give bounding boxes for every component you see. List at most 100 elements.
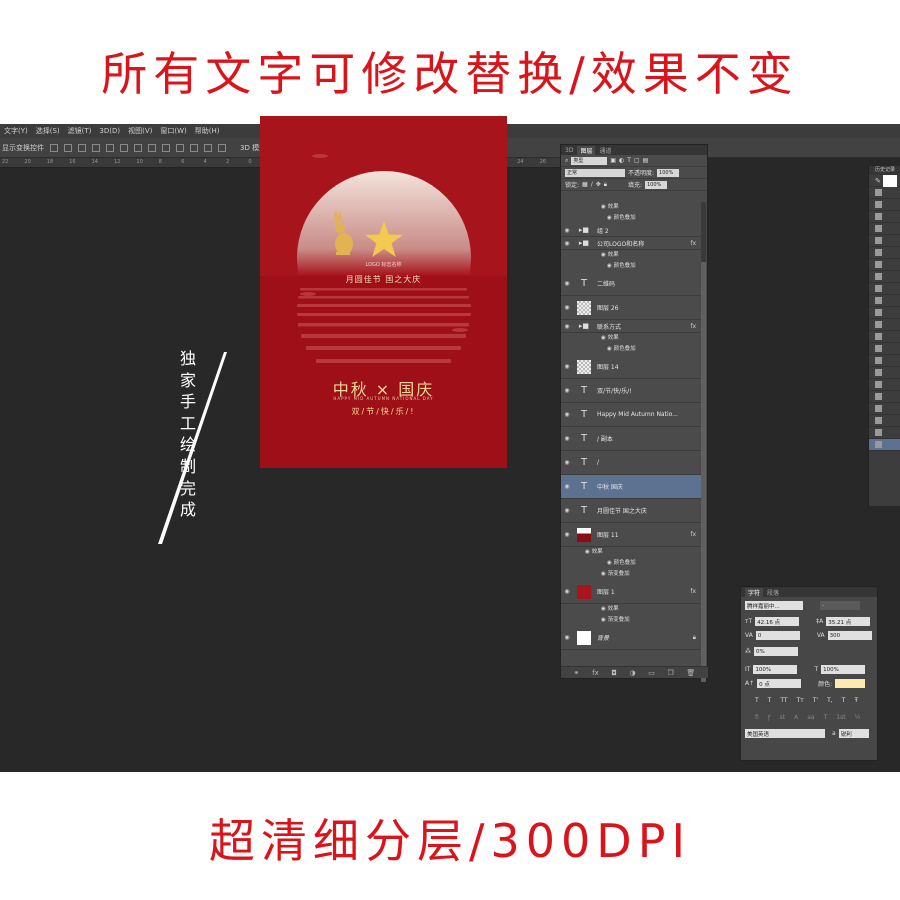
layer-effect-row[interactable]: ◉ 颜色叠加 <box>561 261 702 272</box>
filter-type-select[interactable]: 类型 <box>571 156 608 165</box>
eye-icon[interactable]: ◉ <box>563 588 571 595</box>
ligature-icon[interactable]: fi <box>755 714 759 721</box>
opacity-input[interactable]: 100% <box>657 168 680 177</box>
tracking-input[interactable]: 300 <box>827 631 872 640</box>
vertical-scale-input[interactable]: 100% <box>753 665 798 674</box>
layer-row[interactable]: ◉ ▸■ 公司LOGO和名称 fx <box>561 237 702 250</box>
align-top-icon[interactable] <box>50 143 58 152</box>
fx-icon[interactable]: fx <box>592 669 599 677</box>
transform-controls-checkbox[interactable]: 显示变换控件 <box>2 143 44 153</box>
tab-channels[interactable]: 通道 <box>599 146 611 155</box>
layer-row[interactable]: ◉ 背景 🔒︎ <box>561 626 702 650</box>
history-step[interactable] <box>869 379 900 391</box>
fx-badge-icon[interactable]: fx <box>690 588 696 595</box>
layer-effect-row[interactable]: ◉ 效果 <box>561 202 702 213</box>
eye-icon[interactable]: ◉ <box>563 387 571 394</box>
history-step[interactable] <box>869 199 900 211</box>
menu-item[interactable]: 滤镜(T) <box>68 126 92 136</box>
trash-icon[interactable]: 🗑︎ <box>686 669 695 677</box>
align-bottom-icon[interactable] <box>78 143 86 152</box>
distribute-top-icon[interactable] <box>134 143 142 152</box>
link-layers-icon[interactable]: ⚭ <box>574 669 580 677</box>
lock-brush-icon[interactable]: ∕ <box>591 181 593 188</box>
layer-row[interactable]: ◉ T 二维码 <box>561 272 702 296</box>
mask-icon[interactable]: ◘ <box>611 669 617 677</box>
text-style-button[interactable]: T <box>755 697 759 704</box>
eye-icon[interactable]: ◉ <box>563 507 571 514</box>
history-step[interactable] <box>869 259 900 271</box>
text-style-button[interactable]: Ŧ <box>854 697 858 704</box>
history-step[interactable] <box>869 367 900 379</box>
layer-row[interactable]: ◉ T 月圆佳节 国之大庆 <box>561 499 702 523</box>
eye-icon[interactable]: ◉ <box>563 459 571 466</box>
baseline-input[interactable]: 0 点 <box>757 679 802 688</box>
language-select[interactable]: 美国英语 <box>745 729 825 738</box>
history-step[interactable] <box>869 331 900 343</box>
filter-adjust-icon[interactable]: ◐ <box>619 157 624 164</box>
eye-icon[interactable]: ◉ <box>563 304 571 311</box>
history-snapshot[interactable]: ✎ <box>869 174 900 187</box>
titling-icon[interactable]: aa <box>807 714 814 721</box>
kerning-input[interactable]: 0 <box>755 631 800 640</box>
layers-scrollbar[interactable] <box>701 202 706 682</box>
fx-badge-icon[interactable]: fx <box>690 323 696 330</box>
text-style-button[interactable]: T, <box>827 697 833 704</box>
eye-icon[interactable]: ◉ <box>563 227 571 234</box>
lock-transparent-icon[interactable]: ▦ <box>582 181 588 188</box>
layer-row[interactable]: ◉ T Happy Mid Autumn Natio... <box>561 403 702 427</box>
leading-input[interactable]: 35.21 点 <box>826 617 871 626</box>
history-step[interactable] <box>869 391 900 403</box>
layer-effect-row[interactable]: ◉ 颜色叠加 <box>561 344 702 355</box>
fx-badge-icon[interactable]: fx <box>690 240 696 247</box>
tab-paragraph[interactable]: 段落 <box>767 588 779 597</box>
eye-icon[interactable]: ◉ <box>563 531 571 538</box>
align-center-icon[interactable] <box>106 143 114 152</box>
text-style-button[interactable]: T <box>842 697 846 704</box>
layer-effect-row[interactable]: ◉ 效果 <box>561 333 702 344</box>
tsume-input[interactable]: 0% <box>754 647 798 656</box>
align-left-icon[interactable] <box>92 143 100 152</box>
swash-icon[interactable]: ꝭ <box>768 713 771 721</box>
tab-3d[interactable]: 3D <box>565 147 573 154</box>
menu-item[interactable]: 帮助(H) <box>195 126 220 136</box>
history-step[interactable] <box>869 283 900 295</box>
new-group-icon[interactable]: ▭ <box>648 669 655 677</box>
layer-row[interactable]: ◉ 图层 1 fx <box>561 580 702 604</box>
history-step[interactable] <box>869 415 900 427</box>
layer-row[interactable]: ◉ T 双/节/快/乐/! <box>561 379 702 403</box>
eye-icon[interactable]: ◉ <box>563 435 571 442</box>
history-step[interactable] <box>869 403 900 415</box>
distribute-middle-icon[interactable] <box>148 143 156 152</box>
eye-icon[interactable]: ◉ <box>563 634 571 641</box>
text-style-button[interactable]: T' <box>813 697 818 704</box>
layer-row[interactable]: ◉ T 中秋 国庆 <box>561 475 702 499</box>
layer-row[interactable]: ◉ T / <box>561 451 702 475</box>
history-step[interactable] <box>869 223 900 235</box>
filter-text-icon[interactable]: T <box>627 157 631 164</box>
text-style-button[interactable]: T <box>768 697 772 704</box>
history-step[interactable] <box>869 343 900 355</box>
layer-row[interactable]: ◉ ▸■ 联系方式 fx <box>561 320 702 333</box>
adjustment-icon[interactable]: ◑ <box>630 669 636 677</box>
eye-icon[interactable]: ◉ <box>563 323 571 330</box>
auto-align-icon[interactable] <box>218 143 226 152</box>
history-step[interactable] <box>869 295 900 307</box>
layer-effect-row[interactable]: ◉ 颜色叠加 <box>561 558 702 569</box>
fx-badge-icon[interactable]: fx <box>690 531 696 538</box>
alt-icon[interactable]: A <box>794 714 798 721</box>
eye-icon[interactable]: ◉ <box>563 483 571 490</box>
font-style-select[interactable]: - <box>820 601 860 610</box>
history-step[interactable] <box>869 439 900 451</box>
ordinal-icon[interactable]: T <box>824 714 828 721</box>
history-step[interactable] <box>869 211 900 223</box>
eye-icon[interactable]: ◉ <box>563 363 571 370</box>
blend-mode-select[interactable]: 正常 <box>565 168 625 177</box>
layer-effect-row[interactable]: ◉ 渐变叠加 <box>561 615 702 626</box>
layer-row[interactable]: ◉ 图层 26 <box>561 296 702 320</box>
eye-icon[interactable]: ◉ <box>563 280 571 287</box>
horizontal-scale-input[interactable]: 100% <box>821 665 866 674</box>
history-step[interactable] <box>869 427 900 439</box>
menu-item[interactable]: 窗口(W) <box>160 126 186 136</box>
distribute-right-icon[interactable] <box>204 143 212 152</box>
align-right-icon[interactable] <box>120 143 128 152</box>
